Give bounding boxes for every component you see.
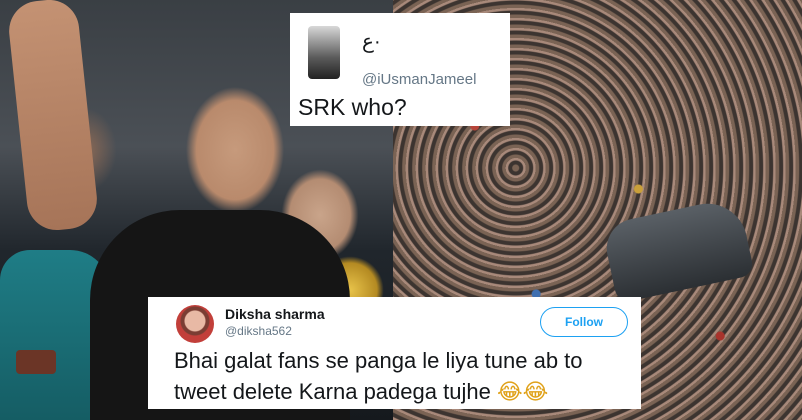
- tweet-text: SRK who?: [298, 94, 407, 120]
- user-handle[interactable]: @iUsmanJameel: [362, 71, 476, 88]
- tweet-text-line-content: tweet delete Karna padega tujhe: [174, 379, 491, 404]
- phone-in-hand: [16, 350, 56, 374]
- raised-arm: [6, 0, 100, 234]
- laughing-emoji-icon: 😂😂: [496, 380, 549, 405]
- user-handle[interactable]: @diksha562: [225, 324, 292, 338]
- avatar[interactable]: [308, 26, 340, 79]
- car-in-crowd: [601, 196, 755, 304]
- follow-button[interactable]: Follow: [540, 307, 628, 337]
- tweet-text-line: tweet delete Karna padega tujhe 😂😂: [174, 376, 634, 408]
- display-name[interactable]: ع·: [362, 29, 381, 54]
- tweet-text: Bhai galat fans se panga le liya tune ab…: [174, 345, 634, 408]
- avatar[interactable]: [176, 305, 214, 343]
- tweet-card-bottom: Diksha sharma @diksha562 Follow Bhai gal…: [148, 297, 641, 409]
- tweet-card-top: ع· @iUsmanJameel SRK who?: [290, 13, 510, 126]
- display-name[interactable]: Diksha sharma: [225, 306, 325, 322]
- tweet-text-line: Bhai galat fans se panga le liya tune ab…: [174, 348, 583, 373]
